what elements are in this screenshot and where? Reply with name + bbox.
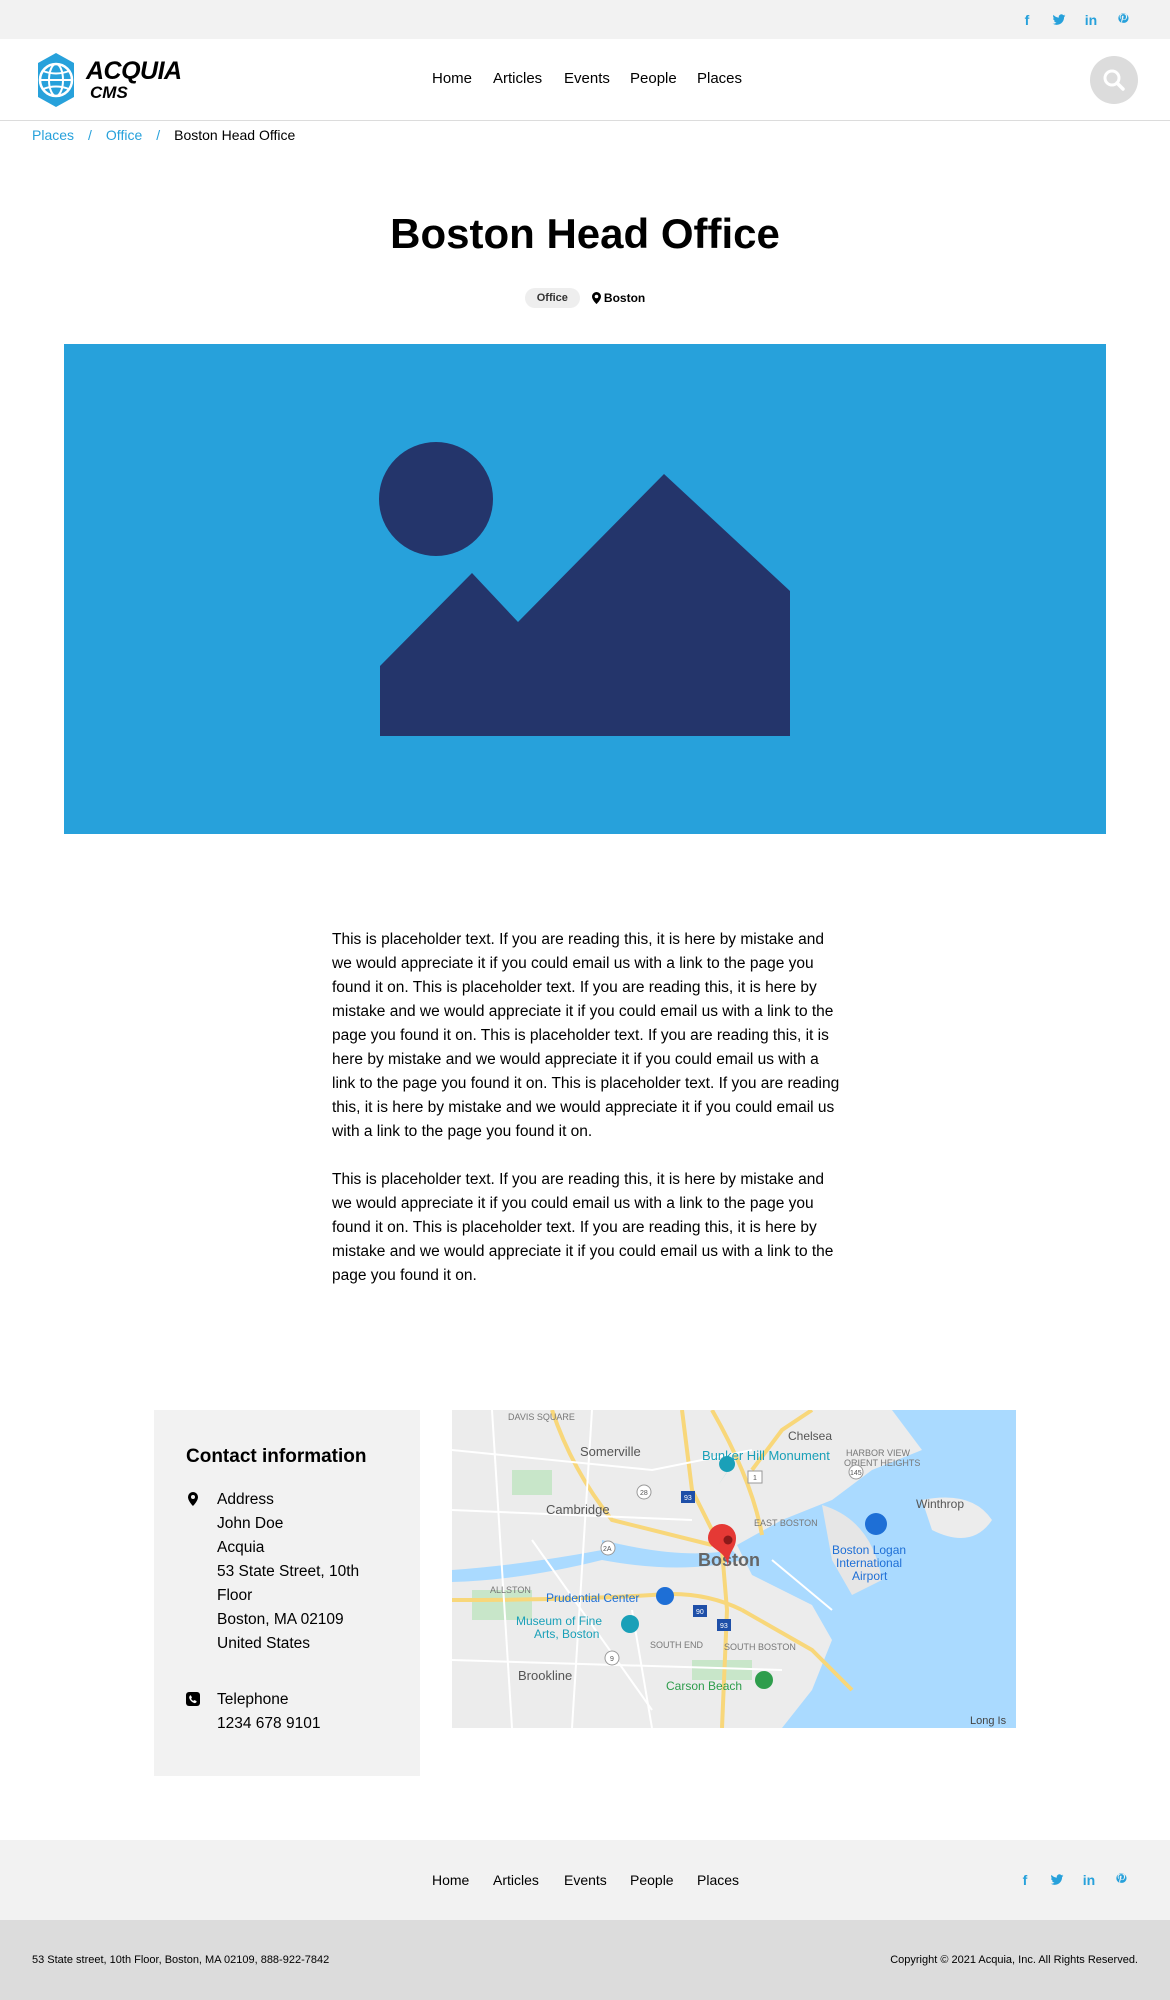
road-shield: 90	[696, 1609, 704, 1616]
search-icon	[1103, 69, 1125, 91]
shopping-marker-icon	[656, 1587, 674, 1605]
address-text: Address John Doe Acquia 53 State Street,…	[217, 1488, 359, 1656]
contact-heading: Contact information	[186, 1446, 367, 1467]
telephone-block: Telephone 1234 678 9101	[186, 1688, 320, 1736]
body-paragraph: This is placeholder text. If you are rea…	[332, 931, 840, 1140]
search-button[interactable]	[1090, 56, 1138, 104]
nav-events[interactable]: Events	[564, 70, 610, 87]
linkedin-icon[interactable]: in	[1082, 11, 1100, 29]
map-label: Museum of Fine	[516, 1614, 602, 1628]
park-area	[692, 1660, 752, 1680]
footer-address: 53 State street, 10th Floor, Boston, MA …	[32, 1954, 330, 1966]
road-shield: 145	[850, 1470, 862, 1477]
address-line: Acquia	[217, 1539, 265, 1556]
footer-nav-places[interactable]: Places	[697, 1872, 739, 1888]
address-label: Address	[217, 1491, 274, 1508]
map-canvas: DAVIS SQUARE Somerville Bunker Hill Monu…	[452, 1410, 1016, 1728]
breadcrumb-places[interactable]: Places	[32, 127, 74, 143]
map-label: DAVIS SQUARE	[508, 1412, 575, 1422]
breadcrumb-current: Boston Head Office	[174, 127, 296, 143]
footer-nav-people[interactable]: People	[630, 1872, 674, 1888]
breadcrumb-separator: /	[88, 127, 92, 143]
road-shield: 28	[640, 1490, 648, 1497]
map-marker-icon	[591, 292, 601, 304]
map-label: Carson Beach	[666, 1679, 742, 1693]
social-links: f in	[1004, 11, 1132, 29]
address-line: John Doe	[217, 1515, 284, 1532]
page-title: Boston Head Office	[390, 210, 780, 257]
airport-marker-icon	[865, 1513, 887, 1535]
map-label: Prudential Center	[546, 1591, 639, 1605]
pinterest-icon[interactable]	[1114, 11, 1132, 29]
facebook-icon[interactable]: f	[1018, 11, 1036, 29]
road-shield: 93	[720, 1623, 728, 1630]
image-placeholder-icon	[379, 442, 790, 736]
map-label: Boston Logan	[832, 1543, 906, 1557]
telephone-number[interactable]: 1234 678 9101	[217, 1712, 320, 1736]
road-shield: 93	[684, 1495, 692, 1502]
map-label: Arts, Boston	[534, 1627, 599, 1641]
map-label: Chelsea	[788, 1429, 832, 1443]
breadcrumb-office[interactable]: Office	[106, 127, 142, 143]
map-label: Airport	[852, 1569, 888, 1583]
museum-marker-icon	[621, 1615, 639, 1633]
address-block: Address John Doe Acquia 53 State Street,…	[186, 1488, 359, 1656]
category-tag[interactable]: Office	[524, 288, 580, 308]
telephone-label: Telephone	[217, 1691, 289, 1708]
footer-nav-events[interactable]: Events	[564, 1872, 607, 1888]
road-shield: 9	[610, 1656, 614, 1663]
road-shield: 1	[753, 1475, 757, 1482]
footer-bottom: 53 State street, 10th Floor, Boston, MA …	[0, 1920, 1170, 2000]
map-label: Winthrop	[916, 1497, 964, 1511]
map-label: Brookline	[518, 1668, 572, 1683]
nav-home[interactable]: Home	[432, 70, 472, 87]
road-shield: 2A	[603, 1546, 612, 1553]
linkedin-icon[interactable]: in	[1080, 1871, 1098, 1889]
breadcrumb-separator: /	[156, 127, 161, 143]
address-line: 53 State Street, 10th	[217, 1563, 360, 1580]
park-area	[512, 1470, 552, 1495]
breadcrumb: Places / Office / Boston Head Office	[32, 127, 295, 143]
footer-nav: Home Articles Events People Places f in	[0, 1840, 1170, 1920]
twitter-icon[interactable]	[1048, 1871, 1066, 1889]
map-label: Somerville	[580, 1444, 641, 1459]
map-label: SOUTH BOSTON	[724, 1642, 796, 1652]
beach-marker-icon	[755, 1671, 773, 1689]
map-label: Cambridge	[546, 1502, 610, 1517]
location-label: Boston	[603, 291, 646, 305]
address-line: United States	[217, 1635, 311, 1652]
location-map[interactable]: DAVIS SQUARE Somerville Bunker Hill Monu…	[452, 1410, 1016, 1728]
body-paragraph: This is placeholder text. If you are rea…	[332, 1171, 834, 1284]
map-label: International	[836, 1556, 902, 1570]
footer-social-links: f in	[1002, 1871, 1130, 1889]
footer-nav-home[interactable]: Home	[432, 1872, 469, 1888]
body-text: This is placeholder text. If you are rea…	[332, 928, 842, 1312]
twitter-icon[interactable]	[1050, 11, 1068, 29]
pinterest-icon[interactable]	[1112, 1871, 1130, 1889]
site-header: ACQUIA CMS Home Articles Events People P…	[0, 39, 1170, 121]
nav-people[interactable]: People	[630, 70, 677, 87]
footer-copyright: Copyright © 2021 Acquia, Inc. All Rights…	[890, 1954, 1138, 1966]
map-label: Long Is	[970, 1715, 1007, 1727]
footer-nav-articles[interactable]: Articles	[493, 1872, 539, 1888]
contact-card: Contact information Address John Doe Acq…	[154, 1410, 420, 1776]
map-label: EAST BOSTON	[754, 1518, 818, 1528]
telephone-text: Telephone 1234 678 9101	[217, 1688, 320, 1736]
map-label: ALLSTON	[490, 1585, 531, 1595]
map-label: SOUTH END	[650, 1640, 704, 1650]
nav-articles[interactable]: Articles	[493, 70, 542, 87]
page-meta: Office Boston	[0, 288, 1170, 308]
location: Boston	[591, 291, 646, 305]
address-line: Floor	[217, 1587, 253, 1604]
nav-places[interactable]: Places	[697, 70, 742, 87]
main-nav: Home Articles Events People Places	[0, 39, 1170, 120]
facebook-icon[interactable]: f	[1016, 1871, 1034, 1889]
hero-image	[64, 344, 1106, 834]
map-marker-icon	[188, 1492, 198, 1506]
phone-icon	[186, 1692, 200, 1706]
top-social-bar: f in	[0, 0, 1170, 39]
map-label: HARBOR VIEW	[846, 1448, 911, 1458]
address-line: Boston, MA 02109	[217, 1611, 344, 1628]
